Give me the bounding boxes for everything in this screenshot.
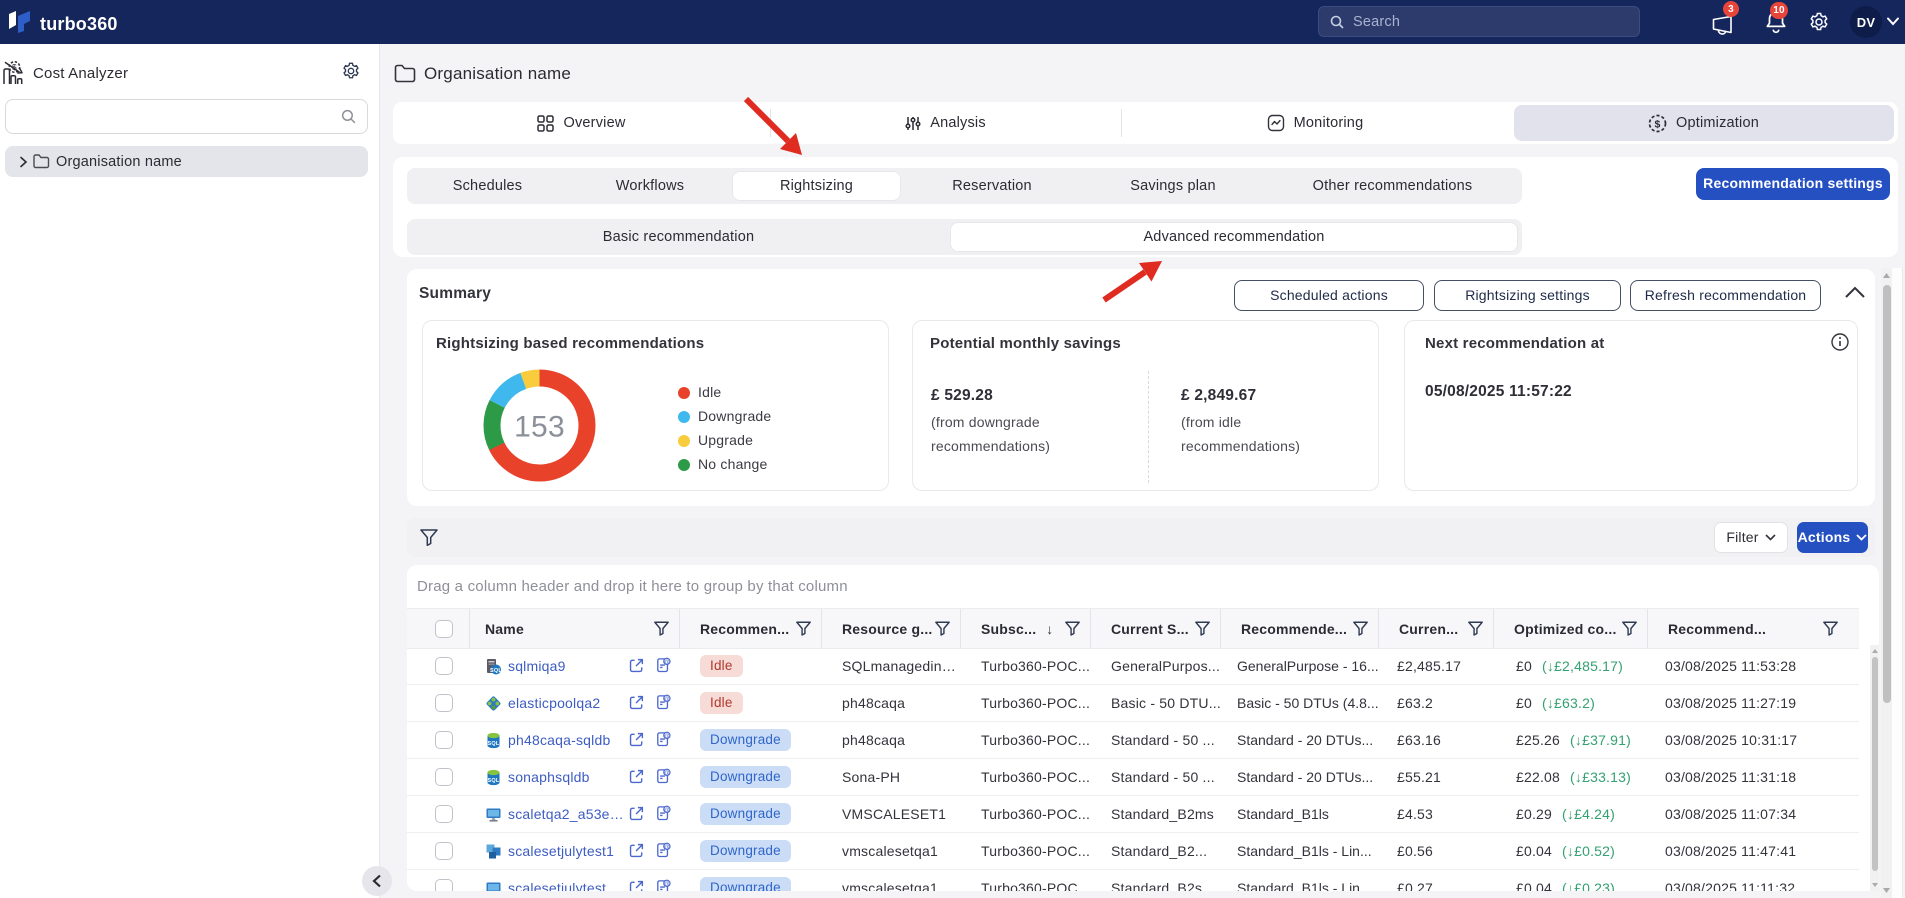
svg-text:@: @ (664, 659, 670, 665)
svg-text:@: @ (664, 844, 670, 850)
svg-text:$: $ (12, 63, 17, 72)
svg-text:153: 153 (514, 411, 565, 444)
svg-text:@: @ (664, 807, 670, 813)
svg-text:SQL: SQL (490, 667, 502, 673)
svg-text:$: $ (1654, 118, 1660, 130)
svg-text:SQL: SQL (488, 741, 500, 747)
svg-text:SQL: SQL (488, 778, 500, 784)
svg-text:@: @ (664, 881, 670, 887)
svg-text:@: @ (664, 733, 670, 739)
svg-text:@: @ (664, 696, 670, 702)
svg-text:@: @ (664, 770, 670, 776)
